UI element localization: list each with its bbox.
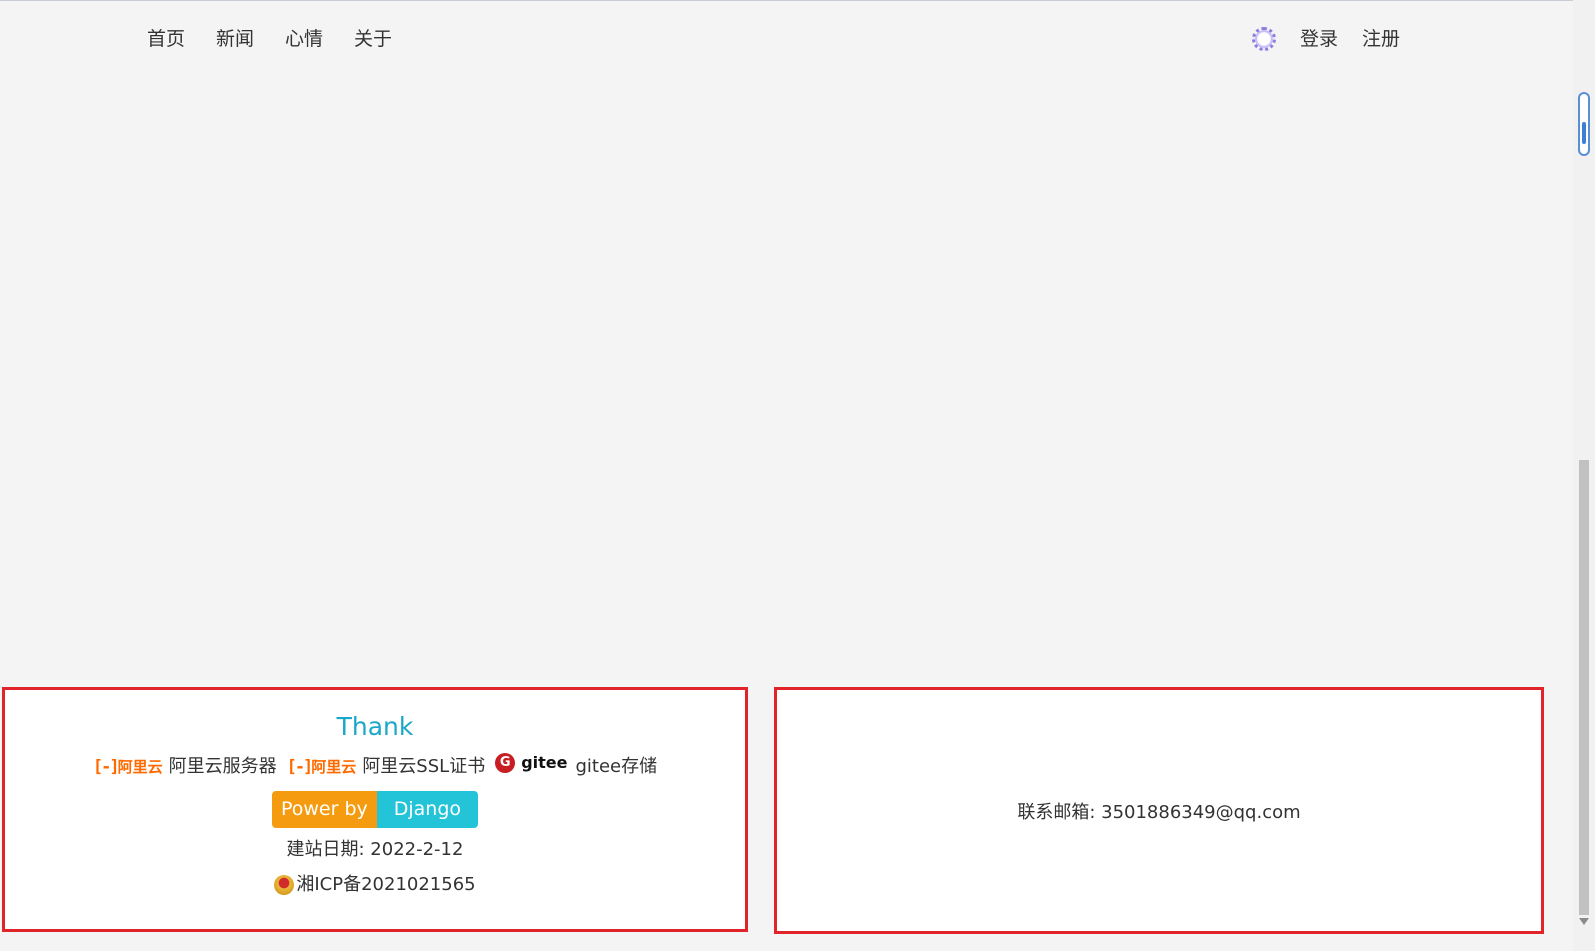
aliyun-ssl-label: 阿里云SSL证书 — [362, 756, 486, 777]
gitee-logo-icon: Ggitee — [495, 748, 568, 778]
scrollbar-thumb[interactable] — [1579, 460, 1589, 915]
vertical-scrollbar[interactable] — [1573, 0, 1595, 951]
icp-record-link[interactable]: 湘ICP备2021021565 — [5, 871, 745, 899]
top-navigation: 首页 新闻 心情 关于 登录 注册 — [0, 0, 1548, 80]
aliyun-logo-icon: [-] 阿里云 — [92, 757, 163, 777]
nav-account: 登录 注册 — [1251, 26, 1400, 52]
powered-by-label: Power by — [271, 791, 377, 828]
register-link[interactable]: 注册 — [1362, 26, 1400, 52]
gitee-storage-label: gitee存储 — [575, 756, 658, 777]
build-date: 建站日期: 2022-2-12 — [286, 839, 464, 860]
nav-news[interactable]: 新闻 — [216, 26, 254, 52]
powered-by-badge[interactable]: Power by Django — [271, 791, 479, 828]
sponsor-gitee[interactable]: Ggitee gitee存储 — [495, 752, 657, 782]
sponsor-aliyun-server[interactable]: [-] 阿里云 阿里云服务器 — [93, 752, 277, 782]
nav-links: 首页 新闻 心情 关于 — [147, 26, 423, 52]
footer-contact-panel: 联系邮箱: 3501886349@qq.com — [774, 687, 1544, 934]
contact-email: 联系邮箱: 3501886349@qq.com — [1017, 801, 1301, 823]
sponsor-row: [-] 阿里云 阿里云服务器 [-] 阿里云 阿里云SSL证书 Ggitee git… — [5, 752, 745, 782]
loading-spinner-icon — [1251, 27, 1276, 51]
nav-home[interactable]: 首页 — [147, 26, 185, 52]
login-link[interactable]: 登录 — [1300, 26, 1338, 52]
icp-number: 湘ICP备2021021565 — [296, 874, 476, 895]
nav-about[interactable]: 关于 — [354, 26, 392, 52]
police-emblem-icon — [274, 875, 295, 895]
footer-thanks-panel: Thank [-] 阿里云 阿里云服务器 [-] 阿里云 阿里云SSL证书 Ggit… — [2, 687, 748, 932]
thank-heading: Thank — [336, 712, 414, 741]
framework-label: Django — [376, 791, 479, 828]
nav-mood[interactable]: 心情 — [285, 26, 323, 52]
sponsor-aliyun-ssl[interactable]: [-] 阿里云 阿里云SSL证书 — [287, 752, 486, 782]
scroll-indicator[interactable] — [1578, 92, 1590, 156]
scroll-down-arrow-icon[interactable] — [1579, 918, 1589, 925]
aliyun-server-label: 阿里云服务器 — [168, 756, 277, 777]
aliyun-logo-icon: [-] 阿里云 — [286, 757, 357, 777]
